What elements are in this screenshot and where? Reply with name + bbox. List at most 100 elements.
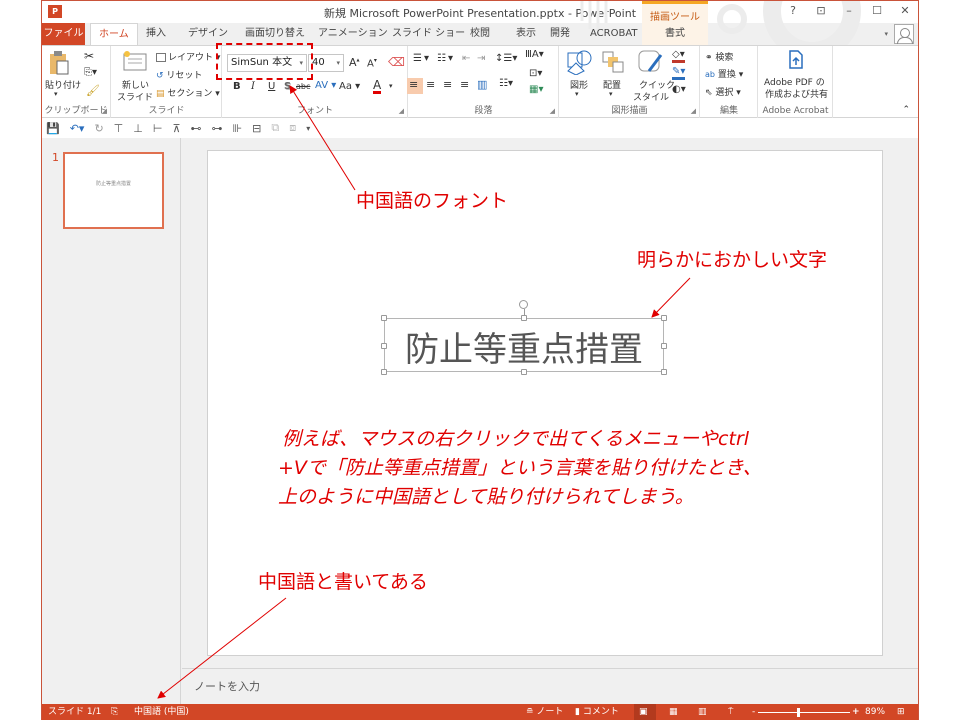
font-size-combobox[interactable]: 40 ▾ <box>308 54 344 72</box>
distribute-horizontal-icon[interactable]: ⊪ <box>233 122 243 135</box>
collapse-ribbon-icon[interactable]: ⌃ <box>902 105 910 115</box>
zoom-slider-thumb[interactable] <box>797 708 801 717</box>
copy-icon[interactable]: ⎘▾ <box>84 67 97 78</box>
drawing-launcher-icon[interactable]: ◢ <box>691 107 696 115</box>
align-bottom-icon[interactable]: ⊥ <box>133 122 143 135</box>
normal-view-button[interactable]: ▣ <box>639 704 648 720</box>
layout-button[interactable]: レイアウト ▾ <box>156 50 220 63</box>
zoom-out-button[interactable]: - <box>752 704 755 720</box>
slideshow-button[interactable]: ⍑ <box>728 704 733 720</box>
tab-developer[interactable]: 開発 <box>542 23 578 45</box>
reading-view-button[interactable]: ▥ <box>698 704 707 720</box>
align-left-button[interactable]: ≡ <box>409 78 418 91</box>
line-spacing-button[interactable]: ↕☰▾ <box>495 53 517 64</box>
zoom-in-button[interactable]: + <box>852 704 860 720</box>
zoom-level[interactable]: 89% <box>865 704 885 720</box>
shape-outline-button[interactable]: ✎▾ <box>672 66 686 80</box>
align-right-button[interactable]: ≡ <box>443 78 452 91</box>
create-pdf-button[interactable] <box>787 50 805 73</box>
distribute-vertical-icon[interactable]: ⊟ <box>252 122 261 135</box>
paragraph-launcher-icon[interactable]: ◢ <box>550 107 555 115</box>
select-button[interactable]: ⇖ 選択 ▾ <box>705 85 741 98</box>
resize-handle-ne[interactable] <box>661 315 667 321</box>
selected-textbox[interactable]: 防止等重点措置 <box>381 300 667 375</box>
shape-fill-button[interactable]: ◇▾ <box>672 49 685 63</box>
customize-qat-icon[interactable]: ▾ <box>306 124 310 133</box>
tab-acrobat[interactable]: ACROBAT <box>582 23 646 45</box>
section-button[interactable]: ▤ セクション ▾ <box>156 86 220 99</box>
change-case-button[interactable]: Aa ▾ <box>339 81 360 92</box>
align-center-icon[interactable]: ⊶ <box>212 122 223 135</box>
columns-button[interactable]: ☷▾ <box>499 78 513 89</box>
notes-toggle[interactable]: ≘ ノート <box>526 704 563 720</box>
clipboard-launcher-icon[interactable]: ◢ <box>102 107 107 115</box>
text-direction-button[interactable]: ⅢA▾ <box>525 49 544 60</box>
bullets-button[interactable]: ☰▾ <box>413 53 431 64</box>
align-top-icon[interactable]: ⊤ <box>114 122 124 135</box>
shapes-dropdown-icon[interactable]: ▾ <box>575 90 579 98</box>
cut-icon[interactable]: ✂ <box>84 49 94 63</box>
format-painter-icon[interactable]: 🖌 <box>86 84 100 97</box>
paste-dropdown-icon[interactable]: ▾ <box>54 90 58 98</box>
notes-pane[interactable]: ノートを入力 <box>182 668 918 704</box>
tab-home[interactable]: ホーム <box>90 23 138 46</box>
align-middle-icon[interactable]: ⊷ <box>191 122 202 135</box>
slide-sorter-button[interactable]: ▦ <box>669 704 678 720</box>
notes-placeholder[interactable]: ノートを入力 <box>194 678 260 694</box>
reset-button[interactable]: ↺ リセット <box>156 68 202 81</box>
account-dropdown-icon[interactable]: ▾ <box>884 30 888 38</box>
italic-button[interactable]: I <box>251 81 255 92</box>
new-slide-button[interactable] <box>122 50 148 75</box>
find-button[interactable]: ⚭ 検索 <box>705 50 733 63</box>
minimize-button[interactable]: – <box>842 4 856 17</box>
help-button[interactable]: ? <box>786 4 800 17</box>
clear-formatting-icon[interactable]: ⌫ <box>388 55 405 69</box>
font-color-button[interactable]: A <box>373 79 382 94</box>
align-left-icon[interactable]: ⊢ <box>153 122 163 135</box>
save-icon[interactable]: 💾 <box>46 122 60 135</box>
tab-design[interactable]: デザイン <box>180 23 236 45</box>
group-icon[interactable]: ⧉ <box>271 121 279 135</box>
grow-font-button[interactable]: A▴ <box>349 56 360 69</box>
align-center-button[interactable]: ≡ <box>426 78 435 91</box>
tab-format[interactable]: 書式 <box>642 23 708 45</box>
rotate-handle[interactable] <box>519 300 528 309</box>
underline-button[interactable]: U <box>268 81 275 92</box>
font-size-dropdown-icon[interactable]: ▾ <box>336 55 340 71</box>
redo-icon[interactable]: ↻ <box>94 122 103 135</box>
quick-styles-button[interactable] <box>637 49 663 78</box>
font-color-dropdown-icon[interactable]: ▾ <box>389 82 393 90</box>
distributed-button[interactable]: ▥ <box>477 78 487 91</box>
char-spacing-button[interactable]: AV ▾ <box>315 80 336 91</box>
arrange-dropdown-icon[interactable]: ▾ <box>609 90 613 98</box>
font-launcher-icon[interactable]: ◢ <box>399 107 404 115</box>
decrease-indent-button[interactable]: ⇤ <box>462 53 470 64</box>
arrange-button[interactable] <box>602 51 624 76</box>
numbering-button[interactable]: ☷▾ <box>437 53 455 64</box>
align-top-2-icon[interactable]: ⊼ <box>172 122 180 135</box>
tab-file[interactable]: ファイル <box>42 23 85 45</box>
undo-icon[interactable]: ↶▾ <box>70 122 85 135</box>
shape-effects-button[interactable]: ◐▾ <box>672 84 686 95</box>
spellcheck-icon[interactable]: ⎘ <box>111 704 118 720</box>
replace-button[interactable]: ab 置換 ▾ <box>705 67 743 80</box>
zoom-slider[interactable] <box>758 712 850 713</box>
increase-indent-button[interactable]: ⇥ <box>477 53 485 64</box>
language-indicator[interactable]: 中国語 (中国) <box>134 704 189 720</box>
shadow-button[interactable]: S <box>284 81 291 92</box>
tab-review[interactable]: 校閲 <box>462 23 498 45</box>
ungroup-icon[interactable]: ⧈ <box>289 121 296 135</box>
ribbon-display-button[interactable]: ⊡ <box>814 4 828 17</box>
align-text-button[interactable]: ⊡▾ <box>529 68 542 79</box>
fit-to-window-icon[interactable]: ⊞ <box>897 704 905 720</box>
maximize-button[interactable]: ☐ <box>870 4 884 17</box>
avatar[interactable] <box>894 24 914 44</box>
close-button[interactable]: ✕ <box>898 4 912 17</box>
slide-text[interactable]: 防止等重点措置 <box>385 322 663 371</box>
tab-slideshow[interactable]: スライド ショー <box>384 23 473 45</box>
comments-toggle[interactable]: ▮ コメント <box>575 704 619 720</box>
smartart-button[interactable]: ▦▾ <box>529 84 543 95</box>
tab-insert[interactable]: 挿入 <box>138 23 174 45</box>
tab-animations[interactable]: アニメーション <box>310 23 396 45</box>
paste-button[interactable] <box>48 50 70 79</box>
